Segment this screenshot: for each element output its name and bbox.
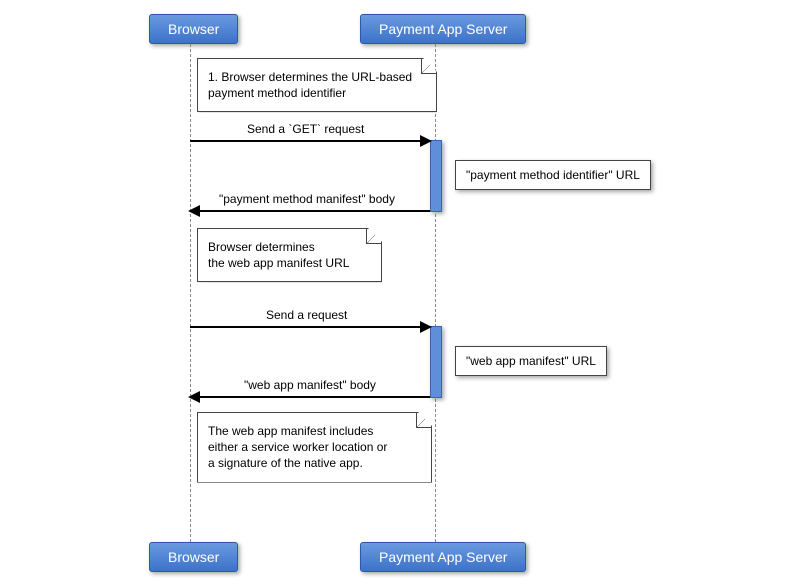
message-manifest-body: [190, 210, 430, 212]
sidenote-1: "payment method identifier" URL: [455, 160, 651, 190]
note-text: 1. Browser determines the URL-based: [208, 70, 412, 84]
note-text: the web app manifest URL: [208, 256, 349, 270]
note-text: payment method identifier: [208, 86, 346, 100]
actor-browser-bottom: Browser: [149, 542, 238, 572]
note-2: Browser determines the web app manifest …: [197, 228, 382, 282]
sequence-diagram: { "actors": { "browser": "Browser", "ser…: [0, 0, 800, 587]
lifeline-server: [435, 44, 436, 542]
note-text: a signature of the native app.: [208, 456, 363, 470]
note-3: The web app manifest includes either a s…: [197, 412, 432, 483]
message-label: "payment method manifest" body: [219, 192, 395, 206]
message-get-request: [190, 140, 430, 142]
message-label: Send a request: [266, 308, 347, 322]
sidenote-2: "web app manifest" URL: [455, 346, 607, 376]
note-text: The web app manifest includes: [208, 424, 373, 438]
message-webapp-body: [190, 396, 430, 398]
note-text: either a service worker location or: [208, 440, 387, 454]
message-request: [190, 326, 430, 328]
message-label: "web app manifest" body: [244, 378, 376, 392]
activation-server-1: [430, 140, 442, 212]
actor-browser-top: Browser: [149, 14, 238, 44]
note-1: 1. Browser determines the URL-based paym…: [197, 58, 437, 112]
note-text: Browser determines: [208, 240, 315, 254]
actor-server-top: Payment App Server: [360, 14, 526, 44]
activation-server-2: [430, 326, 442, 398]
message-label: Send a `GET` request: [247, 122, 364, 136]
lifeline-browser: [190, 44, 191, 542]
actor-server-bottom: Payment App Server: [360, 542, 526, 572]
